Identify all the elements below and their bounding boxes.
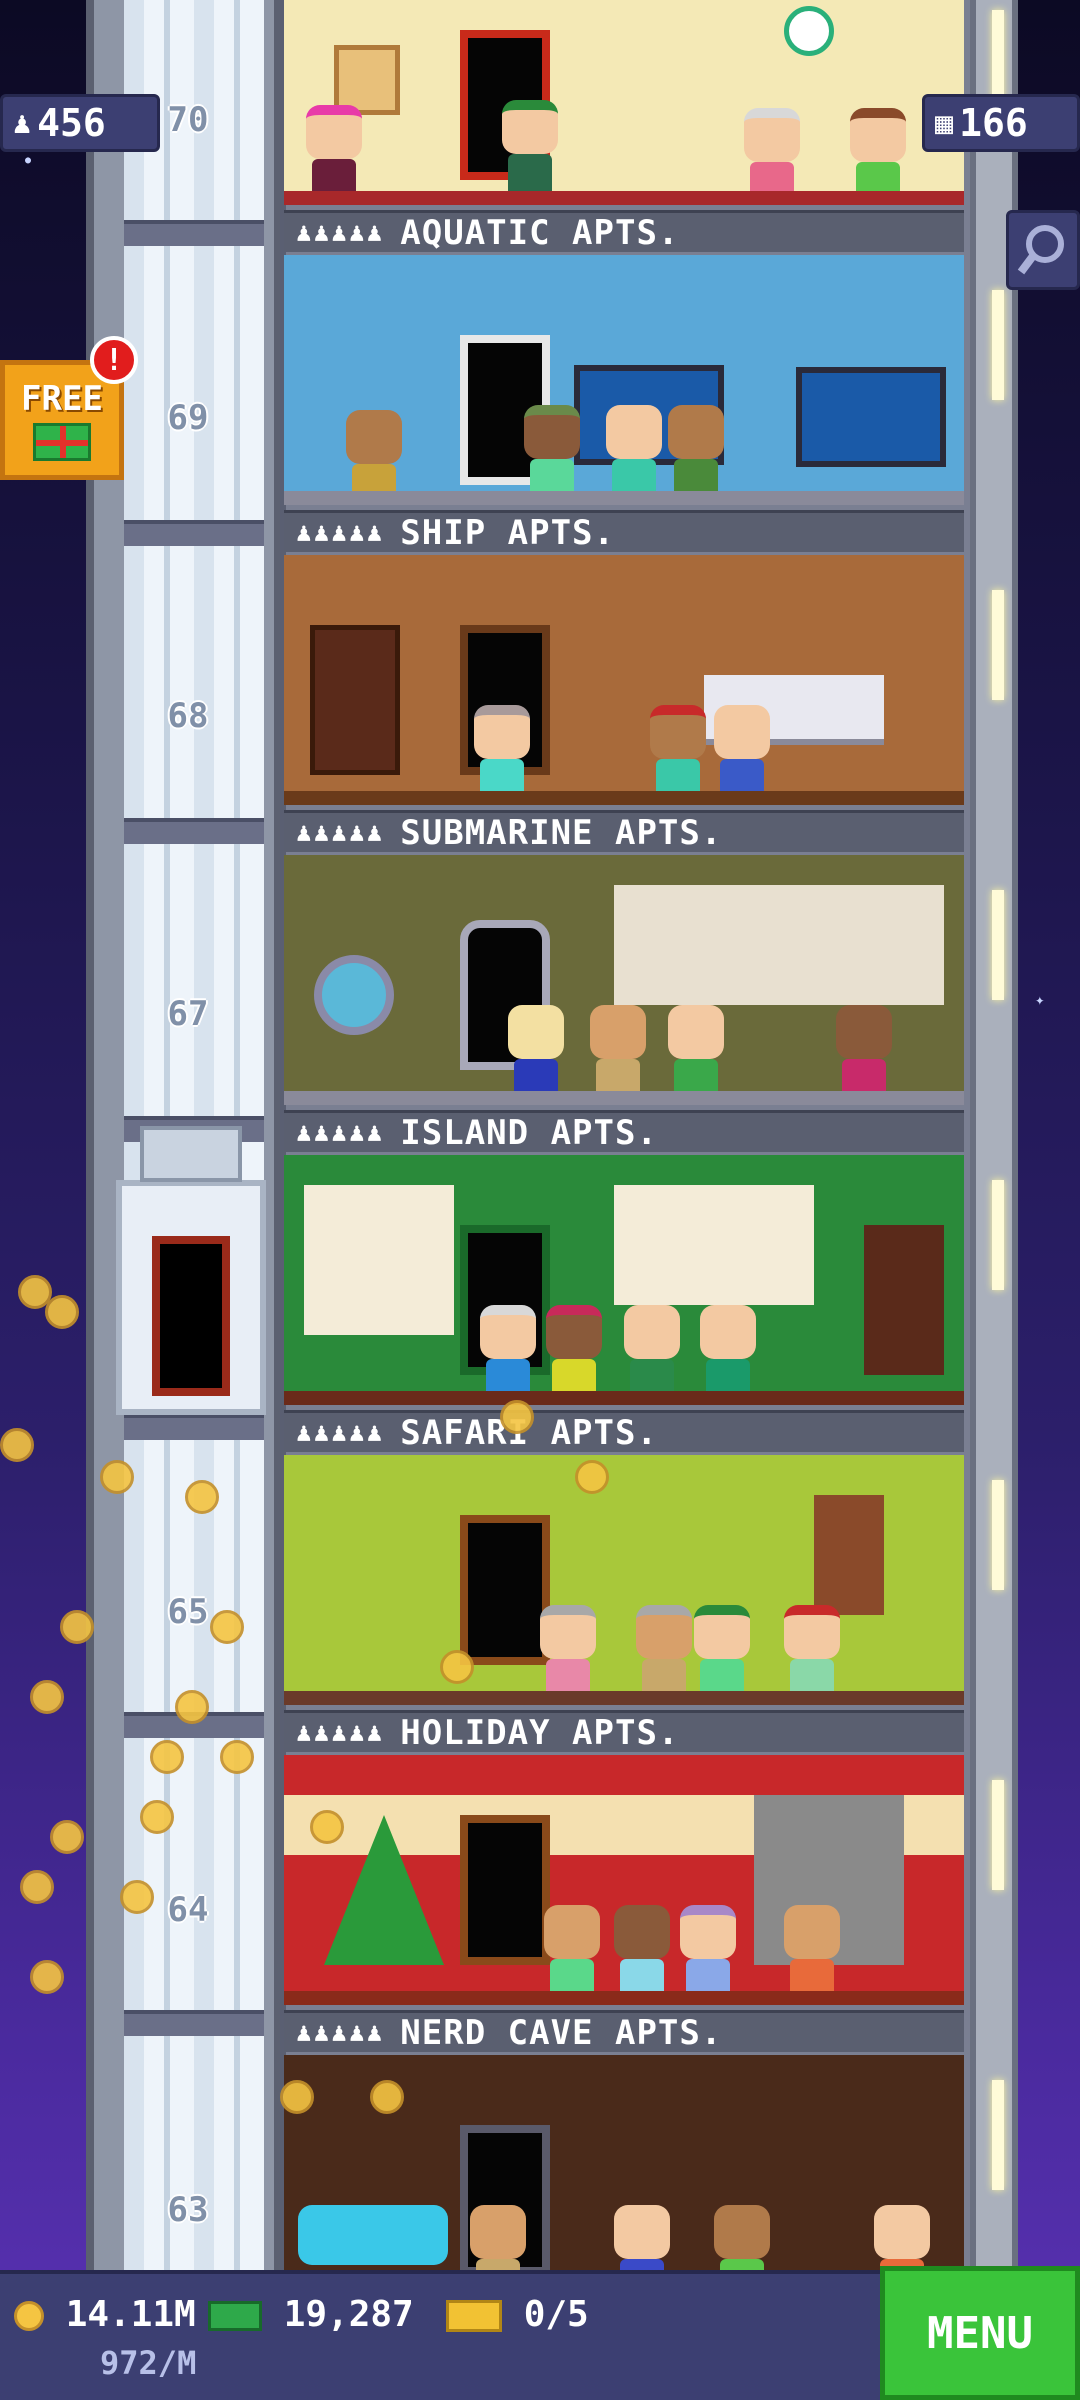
coins-display[interactable]: 14.11M	[14, 2294, 196, 2335]
population-counter[interactable]: ♟ 456	[0, 94, 160, 152]
coin-icon	[310, 1810, 344, 1844]
floor-room-island[interactable]	[284, 1155, 964, 1405]
coin-icon	[100, 1460, 134, 1494]
christmas-tree	[324, 1815, 444, 1965]
floor-number: 67	[167, 994, 209, 1034]
floor-counter[interactable]: ▦ 166	[922, 94, 1080, 152]
coin-icon	[280, 2080, 314, 2114]
coin-icon	[60, 1610, 94, 1644]
coin-icon	[210, 1610, 244, 1644]
star-icon: ✦	[1035, 990, 1045, 1009]
floor-sign[interactable]: ♟♟♟♟♟ NERD CAVE APTS.	[284, 2010, 964, 2053]
window-shutter	[814, 1495, 884, 1615]
floor-sign[interactable]: ♟♟♟♟♟ SAFARI APTS.	[284, 1410, 964, 1453]
star-icon: ●	[25, 155, 32, 166]
floor-room[interactable]	[284, 0, 964, 205]
coin-icon	[0, 1428, 34, 1462]
clock-icon	[784, 6, 834, 56]
coin-icon	[120, 1880, 154, 1914]
coin-icon	[175, 1690, 209, 1724]
coin-icon	[20, 1870, 54, 1904]
floor-number: 64	[167, 1890, 209, 1930]
tickets-display[interactable]: 0/5	[446, 2294, 589, 2335]
occupancy-icons: ♟♟♟♟♟	[296, 817, 385, 848]
coin-icon	[575, 1460, 609, 1494]
coin-icon	[30, 1680, 64, 1714]
aquarium	[796, 367, 946, 467]
couch	[298, 2205, 448, 2265]
floor-room-aquatic[interactable]	[284, 255, 964, 505]
cabinet	[864, 1225, 944, 1375]
bux-display[interactable]: 19,287	[208, 2294, 414, 2335]
occupancy-icons: ♟♟♟♟♟	[296, 517, 385, 548]
elevator-car[interactable]	[116, 1126, 266, 1415]
coin-icon	[140, 1800, 174, 1834]
building-icon: ▦	[935, 105, 954, 141]
coin-icon	[370, 2080, 404, 2114]
coin-icon	[185, 1480, 219, 1514]
ticket-icon	[446, 2300, 502, 2332]
window	[614, 1185, 814, 1305]
coin-icon	[45, 1295, 79, 1329]
occupancy-icons: ♟♟♟♟♟	[296, 2017, 385, 2048]
coin-icon	[440, 1650, 474, 1684]
magnifier-icon	[1017, 225, 1064, 275]
floor-room-ship[interactable]	[284, 555, 964, 805]
floor-number: 68	[167, 696, 209, 736]
floor-sign[interactable]: ♟♟♟♟♟ SHIP APTS.	[284, 510, 964, 553]
occupancy-icons: ♟♟♟♟♟	[296, 1717, 385, 1748]
occupancy-icons: ♟♟♟♟♟	[296, 1117, 385, 1148]
floor-room-safari[interactable]	[284, 1455, 964, 1705]
floor-sign[interactable]: ♟♟♟♟♟ ISLAND APTS.	[284, 1110, 964, 1153]
floor-room-submarine[interactable]	[284, 855, 964, 1105]
gift-box-icon	[33, 423, 91, 461]
floor-number: 69	[167, 398, 209, 438]
elevator-door	[152, 1236, 230, 1396]
notification-badge: !	[90, 336, 138, 384]
coin-icon	[500, 1400, 534, 1434]
window	[304, 1185, 454, 1335]
floor-room-holiday[interactable]	[284, 1755, 964, 2005]
floor-sign[interactable]: ♟♟♟♟♟ AQUATIC APTS.	[284, 210, 964, 253]
search-button[interactable]	[1006, 210, 1080, 290]
porthole	[314, 955, 394, 1035]
occupancy-icons: ♟♟♟♟♟	[296, 1417, 385, 1448]
bux-icon	[208, 2301, 262, 2331]
occupancy-icons: ♟♟♟♟♟	[296, 217, 385, 248]
coin-icon	[50, 1820, 84, 1854]
control-panel	[614, 885, 944, 1005]
bookshelf	[310, 625, 400, 775]
coin-icon	[14, 2301, 44, 2331]
coin-icon	[220, 1740, 254, 1774]
floor-sign[interactable]: ♟♟♟♟♟ SUBMARINE APTS.	[284, 810, 964, 853]
coin-icon	[30, 1960, 64, 1994]
elevator-top	[140, 1126, 242, 1182]
floor-sign[interactable]: ♟♟♟♟♟ HOLIDAY APTS.	[284, 1710, 964, 1753]
menu-button[interactable]: MENU	[880, 2266, 1080, 2400]
coin-rate: 972/M	[100, 2344, 197, 2382]
person-icon: ♟	[13, 105, 32, 141]
floor-number: 63	[167, 2190, 209, 2230]
coin-icon	[150, 1740, 184, 1774]
